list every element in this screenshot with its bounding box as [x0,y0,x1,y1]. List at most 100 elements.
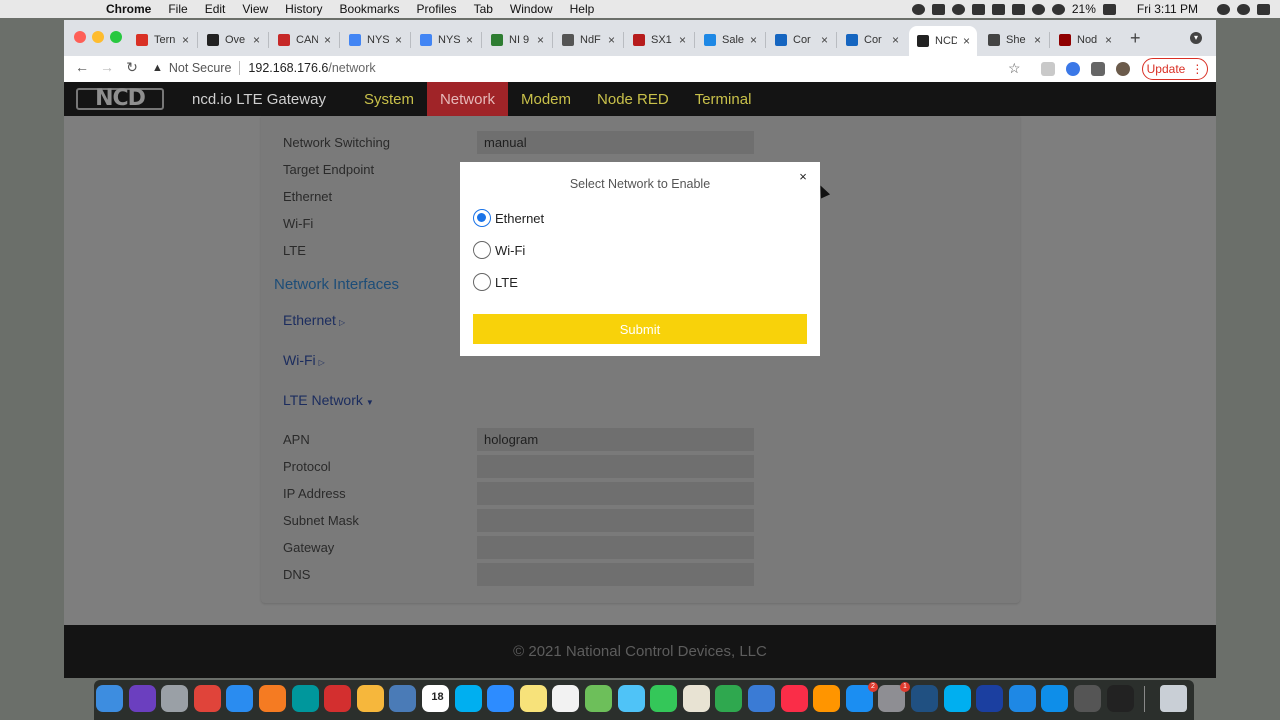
close-window-icon[interactable] [74,31,86,43]
submit-button[interactable]: Submit [473,314,807,344]
teamviewer-icon[interactable] [1041,685,1068,712]
new-tab-icon[interactable]: + [1130,28,1141,49]
radio-button-wifi[interactable] [473,241,491,259]
menu-view[interactable]: View [242,2,268,16]
apn-field[interactable]: hologram [477,428,754,451]
clock[interactable]: Fri 3:11 PM [1137,2,1198,16]
trash-icon[interactable] [1160,685,1187,712]
browser-tab-2[interactable]: CAN × [270,26,338,54]
browser-tab-3[interactable]: NYS × [341,26,409,54]
tab-close-icon[interactable]: × [608,33,615,47]
quicktime-icon[interactable] [1074,685,1101,712]
g-menu-icon[interactable] [1031,3,1045,15]
nav-node-red[interactable]: Node RED [584,82,682,116]
check-icon[interactable] [951,3,965,15]
zoom-icon[interactable] [487,685,514,712]
ethernet-interface-toggle[interactable]: Ethernet ▷ [283,312,345,328]
tab-close-icon[interactable]: × [466,33,473,47]
tab-close-icon[interactable]: × [750,33,757,47]
finder-icon[interactable] [96,685,123,712]
numbers-icon[interactable] [715,685,742,712]
menu-app-chrome[interactable]: Chrome [106,2,151,16]
apple-icon[interactable] [80,2,94,16]
tab-close-icon[interactable]: × [537,33,544,47]
update-button[interactable]: Update ⋮ [1142,58,1208,80]
launchpad-icon[interactable] [161,685,188,712]
sourcetree-icon[interactable] [911,685,938,712]
bold-d-icon[interactable] [1011,3,1025,15]
skype-icon[interactable] [455,685,482,712]
browser-tab-7[interactable]: SX1 × [625,26,693,54]
wifi-icon[interactable] [1051,3,1065,15]
feather-icon[interactable] [324,685,351,712]
siri-icon[interactable] [129,685,156,712]
teamviewer-menu-icon[interactable] [991,3,1005,15]
chrome-icon[interactable] [194,685,221,712]
battery-icon[interactable] [1102,3,1116,15]
browser-tab-11[interactable]: NCD × [909,26,977,56]
nav-terminal[interactable]: Terminal [682,82,765,116]
menu-history[interactable]: History [285,2,322,16]
tab-close-icon[interactable]: × [821,33,828,47]
books-icon[interactable] [813,685,840,712]
tab-close-icon[interactable]: × [892,33,899,47]
browser-tab-9[interactable]: Cor × [767,26,835,54]
browser-tab-6[interactable]: NdF × [554,26,622,54]
spotlight-icon[interactable] [1217,3,1230,15]
jlink-icon[interactable] [976,685,1003,712]
radio-option-ethernet[interactable]: Ethernet [473,209,544,227]
gateway-field[interactable] [477,536,754,559]
subnet-mask-field[interactable] [477,509,754,532]
preview-icon[interactable] [389,685,416,712]
radio-button-lte[interactable] [473,273,491,291]
tab-close-icon[interactable]: × [679,33,686,47]
menu-edit[interactable]: Edit [205,2,226,16]
tab-close-icon[interactable]: × [253,33,260,47]
nav-network[interactable]: Network [426,82,508,116]
browser-tab-13[interactable]: Nod × [1051,26,1119,54]
messages-icon[interactable] [618,685,645,712]
nav-modem[interactable]: Modem [508,82,584,116]
browser-tab-5[interactable]: NI 9 × [483,26,551,54]
grid-icon[interactable] [931,3,945,15]
safari-icon[interactable] [226,685,253,712]
tab-close-icon[interactable]: × [1034,33,1041,47]
extension-icon[interactable] [1041,62,1055,76]
forward-icon[interactable]: → [97,59,117,75]
browser-tab-10[interactable]: Cor × [838,26,906,54]
menu-tab[interactable]: Tab [474,2,493,16]
notification-center-icon[interactable] [1257,3,1270,15]
wifi-interface-toggle[interactable]: Wi-Fi ▷ [283,352,325,368]
camera-icon[interactable] [971,3,985,15]
photos-icon[interactable] [357,685,384,712]
skype-icon-2[interactable] [944,685,971,712]
browser-tab-12[interactable]: She × [980,26,1048,54]
arduino-icon[interactable] [292,685,319,712]
menu-profiles[interactable]: Profiles [417,2,457,16]
menu-file[interactable]: File [168,2,187,16]
browser-tab-1[interactable]: Ove × [199,26,267,54]
menu-bookmarks[interactable]: Bookmarks [340,2,400,16]
ip-address-field[interactable] [477,482,754,505]
tab-search-icon[interactable]: ▾ [1190,32,1202,44]
protocol-field[interactable] [477,455,754,478]
zoom-window-icon[interactable] [110,31,122,43]
menu-window[interactable]: Window [510,2,553,16]
terminal-icon[interactable] [1107,685,1134,712]
puzzle-icon[interactable] [1091,62,1105,76]
radio-option-wifi[interactable]: Wi-Fi [473,241,525,259]
music-icon[interactable] [781,685,808,712]
notes-icon[interactable] [520,685,547,712]
tab-close-icon[interactable]: × [182,33,189,47]
dns-field[interactable] [477,563,754,586]
screen-record-icon[interactable] [911,3,925,15]
bookmark-star-icon[interactable]: ☆ [1008,60,1021,77]
tab-close-icon[interactable]: × [395,33,402,47]
reload-icon[interactable]: ↻ [122,59,142,76]
minimize-window-icon[interactable] [92,31,104,43]
menu-help[interactable]: Help [570,2,595,16]
radio-button-ethernet[interactable] [473,209,491,227]
reminders-icon[interactable] [552,685,579,712]
textedit-icon[interactable] [683,685,710,712]
tab-close-icon[interactable]: × [963,34,970,48]
